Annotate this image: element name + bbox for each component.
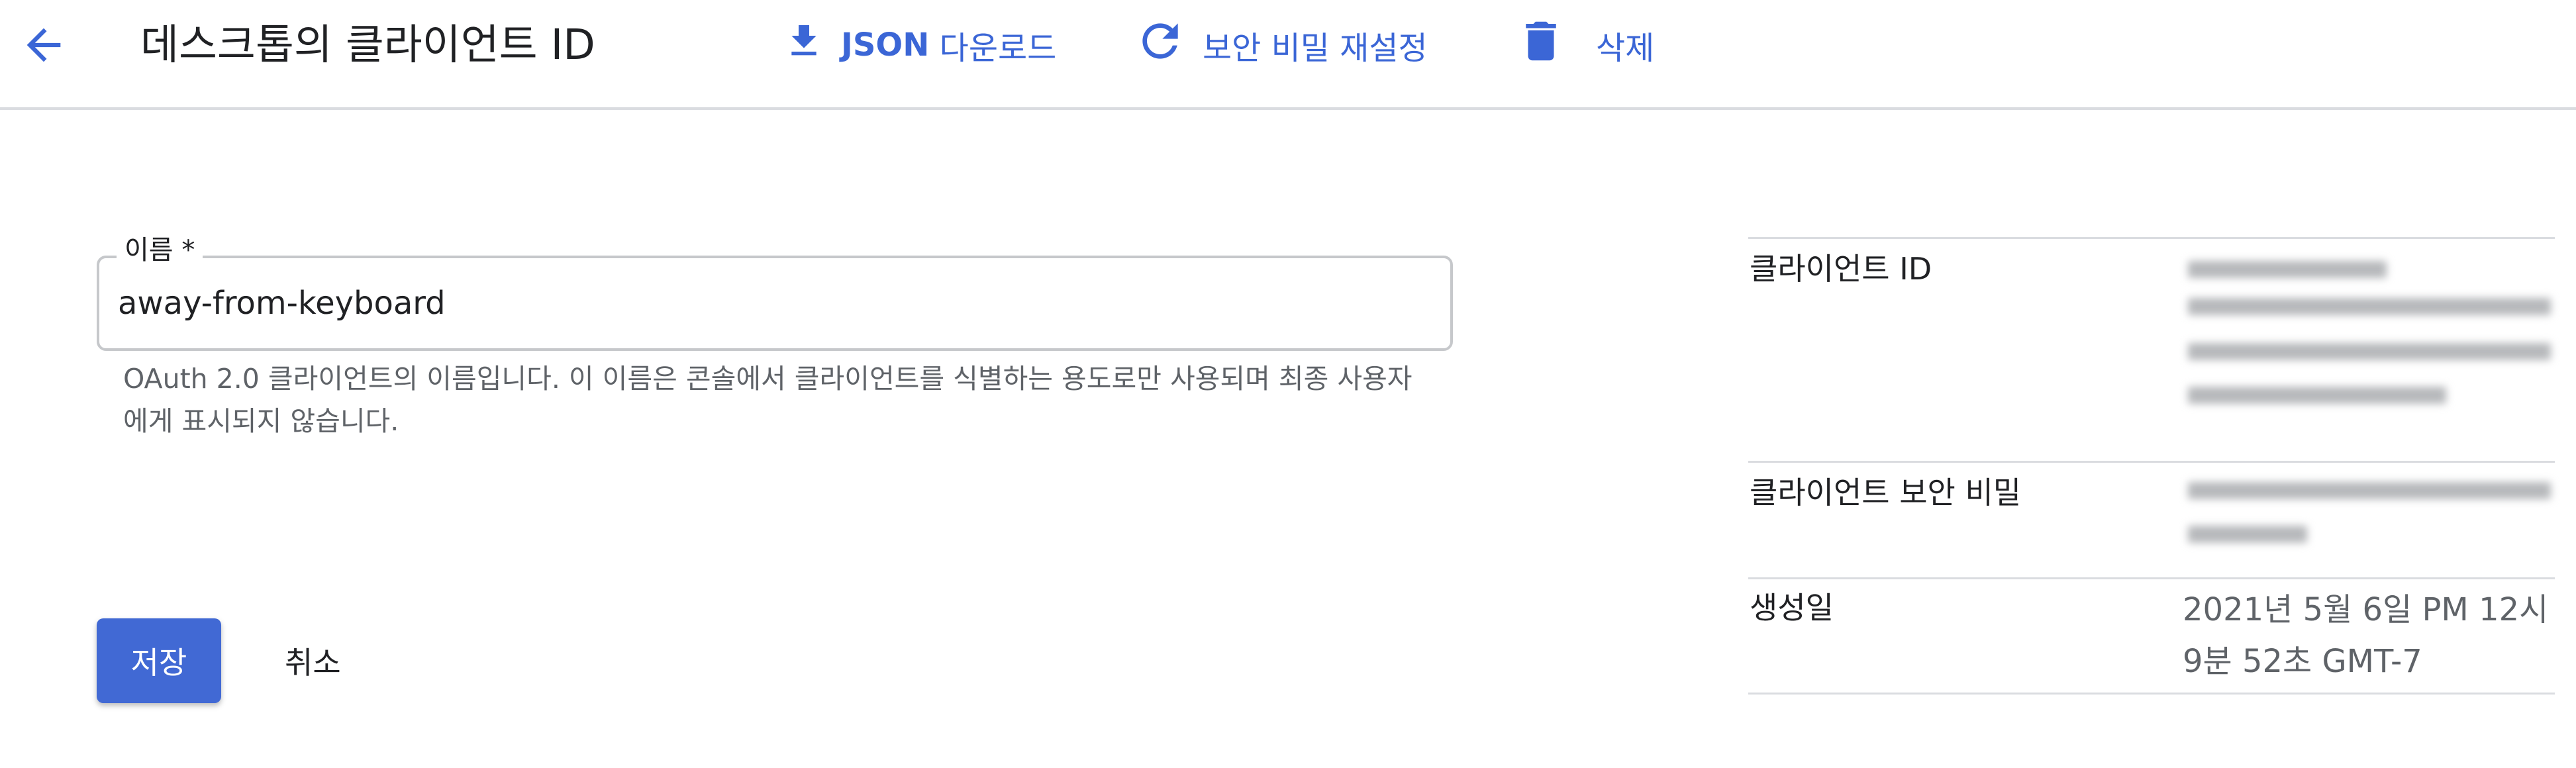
trash-icon	[1515, 15, 1567, 75]
divider	[1748, 237, 2555, 239]
json-download-button[interactable]: JSON 다운로드	[783, 16, 1056, 74]
json-download-label: 다운로드	[929, 30, 1057, 67]
reset-secret-label: 보안 비밀 재설정	[1203, 30, 1428, 67]
created-value-line1: 2021년 5월 6일 PM 12시	[2183, 591, 2549, 628]
name-input[interactable]	[118, 278, 1429, 328]
divider	[1748, 693, 2555, 695]
back-button[interactable]	[19, 20, 69, 70]
delete-button[interactable]: 삭제	[1515, 16, 1654, 74]
name-field-label: 이름 *	[117, 232, 203, 269]
created-value-line2: 9분 52초 GMT-7	[2183, 643, 2422, 680]
refresh-icon	[1134, 15, 1187, 75]
divider	[1748, 577, 2555, 579]
cancel-button[interactable]: 취소	[272, 618, 354, 703]
divider	[1748, 461, 2555, 463]
reset-secret-button[interactable]: 보안 비밀 재설정	[1134, 16, 1428, 74]
json-download-label-bold: JSON	[841, 26, 930, 64]
save-button[interactable]: 저장	[97, 618, 221, 703]
name-help-text: OAuth 2.0 클라이언트의 이름입니다. 이 이름은 콘솔에서 클라이언트…	[123, 363, 1412, 437]
client-secret-label: 클라이언트 보안 비밀	[1750, 475, 2022, 510]
page-title: 데스크톱의 클라이언트 ID	[140, 21, 595, 69]
client-id-label: 클라이언트 ID	[1750, 251, 1932, 287]
top-bar: 데스크톱의 클라이언트 ID JSON 다운로드 보안 비밀 재설정 삭제	[0, 0, 2576, 110]
created-label: 생성일	[1750, 590, 1834, 626]
created-value: 2021년 5월 6일 PM 12시 9분 52초 GMT-7	[2183, 584, 2553, 687]
download-icon	[783, 20, 825, 70]
arrow-back-icon	[26, 28, 61, 62]
delete-label: 삭제	[1596, 30, 1655, 67]
